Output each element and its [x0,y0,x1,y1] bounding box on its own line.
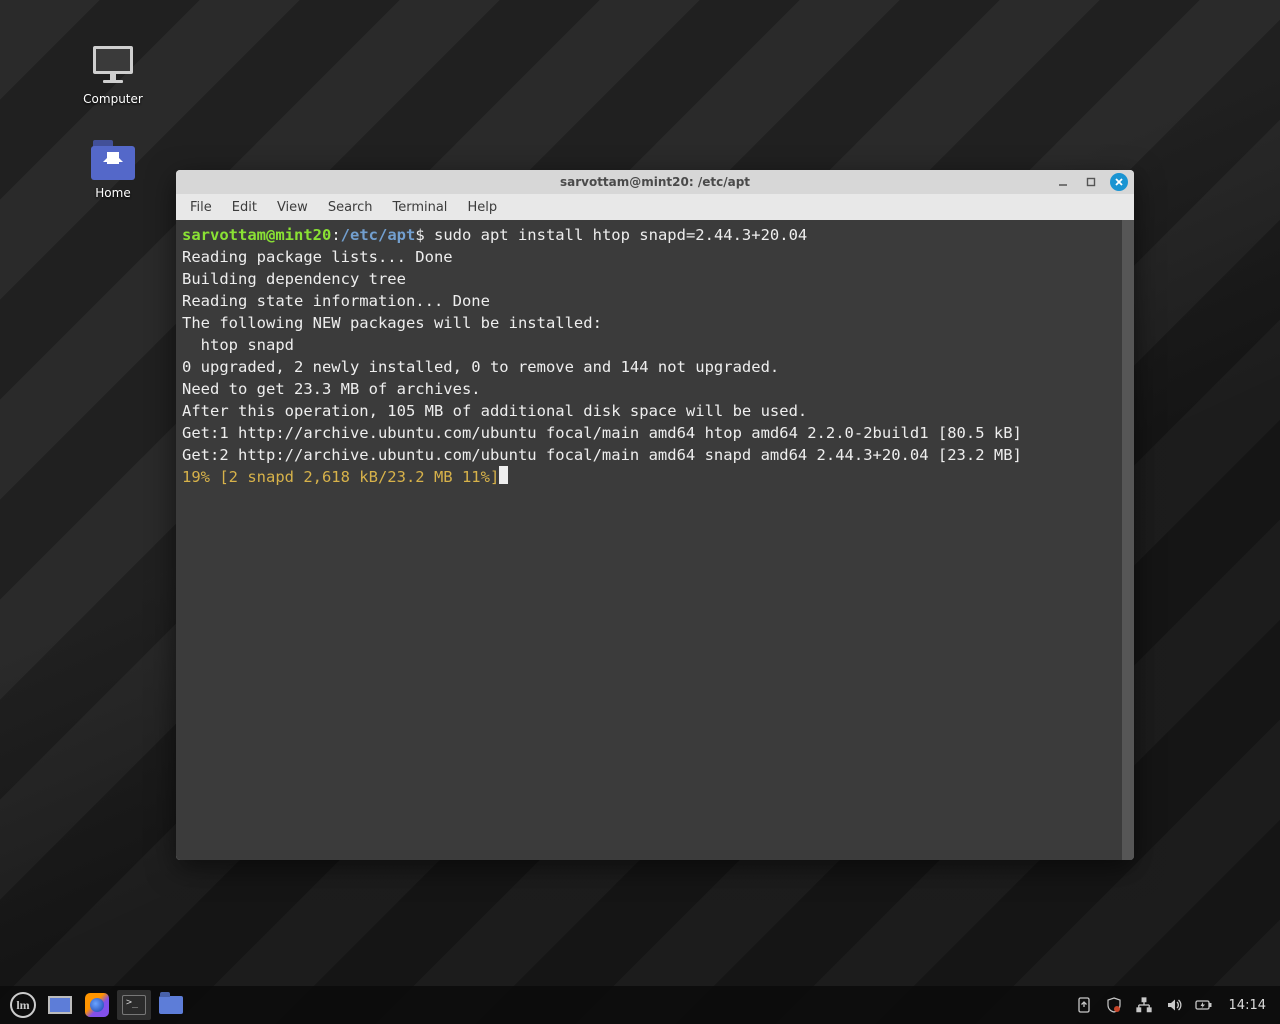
window-menubar: File Edit View Search Terminal Help [176,194,1134,220]
window-titlebar[interactable]: sarvottam@mint20: /etc/apt [176,170,1134,194]
desktop-tile-icon [48,996,72,1014]
terminal-line: Building dependency tree [182,270,406,288]
desktop-icon-home[interactable]: Home [68,140,158,200]
folder-icon [159,996,183,1014]
terminal-line: htop snapd [182,336,294,354]
terminal-line: Reading package lists... Done [182,248,453,266]
network-tray[interactable] [1135,996,1153,1014]
firefox-launcher[interactable] [80,990,114,1020]
prompt-cwd: /etc/apt [341,226,416,244]
terminal-progress: 19% [2 snapd 2,618 kB/23.2 MB 11%] [182,468,499,486]
prompt-sep: : [331,226,340,244]
desktop-icon-label: Home [68,186,158,200]
cursor-icon [499,466,508,484]
taskbar: lm 14:14 [0,986,1280,1024]
desktop-icon-label: Computer [68,92,158,106]
terminal-icon [122,995,146,1015]
terminal-line: Reading state information... Done [182,292,490,310]
terminal-line: Get:1 http://archive.ubuntu.com/ubuntu f… [182,424,1022,442]
terminal-task-button[interactable] [117,990,151,1020]
terminal-line: Get:2 http://archive.ubuntu.com/ubuntu f… [182,446,1022,464]
maximize-button[interactable] [1082,173,1100,191]
minimize-button[interactable] [1054,173,1072,191]
terminal-line: After this operation, 105 MB of addition… [182,402,807,420]
update-manager-tray[interactable] [1075,996,1093,1014]
menu-terminal[interactable]: Terminal [384,197,455,218]
volume-tray[interactable] [1165,996,1183,1014]
start-menu-button[interactable]: lm [6,990,40,1020]
prompt-sigil: $ [415,226,424,244]
show-desktop-button[interactable] [43,990,77,1020]
terminal-command: sudo apt install htop snapd=2.44.3+20.04 [425,226,808,244]
mint-logo-icon: lm [10,992,36,1018]
battery-tray[interactable] [1195,996,1213,1014]
menu-file[interactable]: File [182,197,220,218]
firefox-icon [85,993,109,1017]
security-tray[interactable] [1105,996,1123,1014]
files-launcher[interactable] [154,990,188,1020]
terminal-scrollbar[interactable] [1122,220,1134,860]
terminal-line: 0 upgraded, 2 newly installed, 0 to remo… [182,358,779,376]
terminal-line: The following NEW packages will be insta… [182,314,602,332]
close-button[interactable] [1110,173,1128,191]
menu-edit[interactable]: Edit [224,197,265,218]
window-title: sarvottam@mint20: /etc/apt [560,175,750,189]
panel-clock[interactable]: 14:14 [1225,998,1266,1013]
computer-icon [89,46,137,86]
terminal-line: Need to get 23.3 MB of archives. [182,380,481,398]
menu-view[interactable]: View [269,197,316,218]
terminal-output[interactable]: sarvottam@mint20:/etc/apt$ sudo apt inst… [176,220,1134,860]
prompt-userhost: sarvottam@mint20 [182,226,331,244]
menu-search[interactable]: Search [320,197,381,218]
desktop-icon-computer[interactable]: Computer [68,46,158,106]
terminal-window[interactable]: sarvottam@mint20: /etc/apt File Edit Vie… [176,170,1134,860]
menu-help[interactable]: Help [459,197,505,218]
home-folder-icon [89,140,137,180]
